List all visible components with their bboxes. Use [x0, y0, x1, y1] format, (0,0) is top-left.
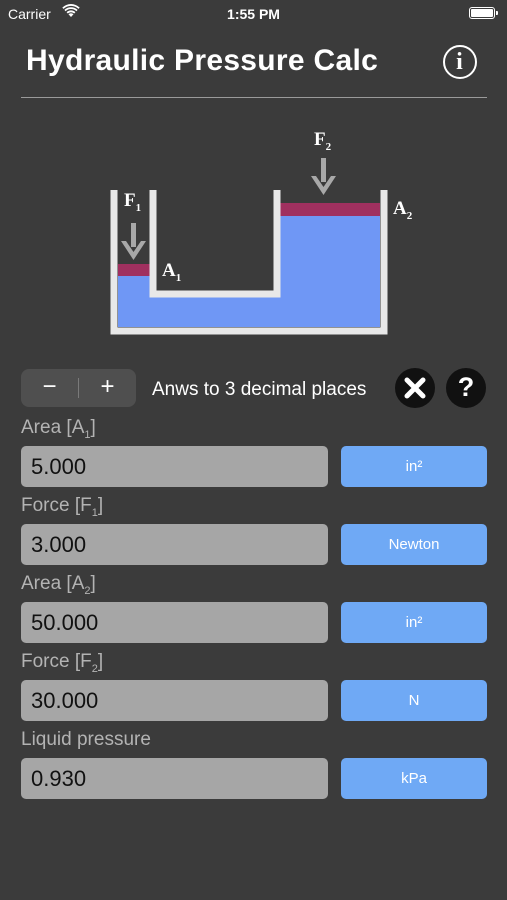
label-a2: A2 [393, 198, 413, 222]
area-a2-unit-button[interactable]: in² [341, 602, 487, 643]
page-title: Hydraulic Pressure Calc [26, 44, 379, 77]
liquid-pressure-unit-button[interactable]: kPa [341, 758, 487, 799]
label-f1: F1 [124, 190, 141, 214]
status-bar: Carrier 1:55 PM [0, 0, 507, 28]
help-button[interactable]: ? [446, 368, 486, 408]
label-a1: A1 [162, 260, 181, 284]
liquid-pressure-input[interactable]: 0.930 [21, 758, 328, 799]
piston-small [118, 264, 150, 276]
force-f2-input[interactable]: 30.000 [21, 680, 328, 721]
arrow-f1-icon [121, 223, 146, 260]
decimal-places-label: Anws to 3 decimal places [152, 379, 367, 400]
label-f2: F2 [314, 129, 332, 153]
header-divider [21, 97, 487, 98]
piston-large [280, 203, 380, 216]
question-icon: ? [457, 372, 475, 402]
force-f1-input[interactable]: 3.000 [21, 524, 328, 565]
clear-button[interactable] [395, 368, 435, 408]
arrow-f2-icon [311, 158, 336, 195]
hydraulic-diagram: F1 F2 A1 A2 [110, 129, 413, 335]
area-a2-input[interactable]: 50.000 [21, 602, 328, 643]
area-a1-unit-button[interactable]: in² [341, 446, 487, 487]
clock: 1:55 PM [227, 6, 280, 22]
info-button[interactable]: i [443, 45, 477, 79]
force-f2-unit-button[interactable]: N [341, 680, 487, 721]
force-f1-unit-button[interactable]: Newton [341, 524, 487, 565]
battery-icon [469, 7, 498, 19]
area-a2-label: Area [A2] [21, 573, 96, 597]
info-icon: i [456, 49, 463, 75]
force-f2-label: Force [F2] [21, 651, 104, 675]
fluid-large-column [280, 215, 380, 327]
area-a1-label: Area [A1] [21, 417, 96, 441]
area-a1-input[interactable]: 5.000 [21, 446, 328, 487]
increment-button[interactable]: + [79, 369, 136, 407]
decrement-button[interactable]: − [21, 369, 78, 407]
force-f1-label: Force [F1] [21, 495, 104, 519]
liquid-pressure-label: Liquid pressure [21, 729, 151, 750]
decimal-stepper[interactable]: − + [21, 369, 136, 407]
close-icon [404, 377, 426, 399]
